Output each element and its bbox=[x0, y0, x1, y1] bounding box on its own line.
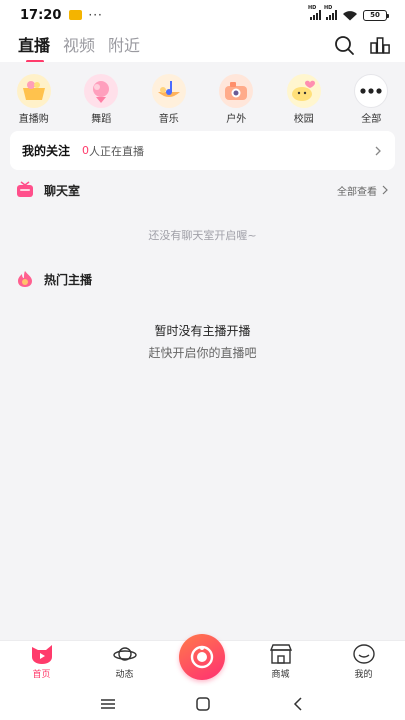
category-outdoor[interactable]: 户外 bbox=[208, 74, 264, 126]
nav-moments[interactable]: 动态 bbox=[95, 643, 155, 680]
category-label: 校园 bbox=[293, 114, 314, 125]
hot-anchors-title: 热门主播 bbox=[44, 272, 93, 287]
notification-icon bbox=[69, 10, 83, 20]
signal-icon: HD bbox=[308, 5, 321, 20]
category-campus[interactable]: 校园 bbox=[276, 74, 332, 126]
chatroom-section-header: 聊天室 全部查看 bbox=[0, 177, 405, 203]
home-icon bbox=[31, 645, 52, 664]
nav-label: 首页 bbox=[32, 670, 51, 680]
system-nav-bar bbox=[0, 686, 405, 720]
category-bar: 直播购 舞蹈 音乐 户外 校园 全部 bbox=[0, 62, 405, 126]
hot-empty-subtitle: 赶快开启你的直播吧 bbox=[148, 346, 257, 360]
search-icon[interactable] bbox=[333, 34, 355, 56]
hot-empty-title: 暂时没有主播开播 bbox=[154, 324, 251, 338]
view-all-label: 全部查看 bbox=[337, 186, 377, 198]
tab-live[interactable]: 直播 bbox=[18, 30, 50, 63]
nav-label: 动态 bbox=[115, 670, 134, 680]
planet-icon bbox=[112, 647, 137, 661]
dance-icon bbox=[84, 74, 119, 108]
my-follow-card[interactable]: 我的关注 0 人正在直播 bbox=[10, 131, 395, 170]
follow-live-count: 0 bbox=[82, 144, 90, 157]
chatroom-icon bbox=[17, 181, 33, 197]
nav-label: 商城 bbox=[271, 670, 290, 680]
category-label: 全部 bbox=[361, 114, 382, 125]
chatroom-empty-text: 还没有聊天室开启喔~ bbox=[148, 229, 257, 242]
category-label: 户外 bbox=[226, 114, 247, 125]
category-live-shopping[interactable]: 直播购 bbox=[6, 74, 62, 126]
nav-shop[interactable]: 商城 bbox=[251, 643, 311, 680]
live-camera-icon bbox=[190, 645, 214, 669]
campus-icon bbox=[286, 74, 321, 108]
signal-icon-2: HD bbox=[324, 5, 337, 20]
nav-home[interactable]: 首页 bbox=[12, 643, 72, 680]
profile-icon bbox=[352, 644, 375, 664]
follow-title: 我的关注 bbox=[22, 144, 71, 158]
home-square-icon[interactable] bbox=[194, 696, 212, 711]
more-icon bbox=[354, 74, 389, 108]
status-dots: ··· bbox=[88, 8, 103, 22]
shop-icon bbox=[269, 644, 292, 664]
flame-icon bbox=[18, 271, 32, 287]
status-bar: 17:20 ··· HD HD 50 bbox=[0, 0, 405, 30]
category-dance[interactable]: 舞蹈 bbox=[73, 74, 129, 126]
chevron-right-icon bbox=[382, 185, 388, 195]
nav-label: 我的 bbox=[354, 670, 373, 680]
sim2-label: HD bbox=[324, 5, 333, 11]
sim1-label: HD bbox=[308, 5, 317, 11]
nav-profile[interactable]: 我的 bbox=[334, 643, 394, 680]
start-live-button[interactable] bbox=[179, 634, 225, 680]
category-label: 舞蹈 bbox=[91, 114, 112, 125]
chatroom-view-all-link[interactable]: 全部查看 bbox=[337, 183, 389, 198]
tab-video[interactable]: 视频 bbox=[63, 30, 95, 56]
menu-icon[interactable] bbox=[99, 696, 117, 710]
wifi-icon bbox=[343, 10, 357, 20]
shopping-basket-icon bbox=[16, 74, 51, 108]
tab-nearby[interactable]: 附近 bbox=[108, 30, 140, 56]
top-header: 直播 视频 附近 bbox=[0, 30, 405, 63]
category-all[interactable]: 全部 bbox=[343, 74, 399, 126]
camera-icon bbox=[219, 74, 254, 108]
category-music[interactable]: 音乐 bbox=[141, 74, 197, 126]
category-label: 音乐 bbox=[158, 114, 179, 125]
chatroom-title: 聊天室 bbox=[44, 183, 81, 198]
status-time: 17:20 bbox=[20, 7, 62, 23]
follow-live-suffix: 人正在直播 bbox=[89, 144, 145, 158]
hot-anchors-section-header: 热门主播 bbox=[0, 266, 405, 292]
ranking-icon[interactable] bbox=[369, 34, 391, 56]
chevron-right-icon bbox=[375, 146, 381, 155]
back-icon[interactable] bbox=[289, 696, 307, 711]
header-icons bbox=[333, 34, 391, 56]
status-right: HD HD 50 bbox=[308, 5, 389, 21]
music-icon bbox=[151, 74, 186, 108]
category-label: 直播购 bbox=[18, 114, 49, 125]
battery-icon: 50 bbox=[363, 9, 389, 21]
